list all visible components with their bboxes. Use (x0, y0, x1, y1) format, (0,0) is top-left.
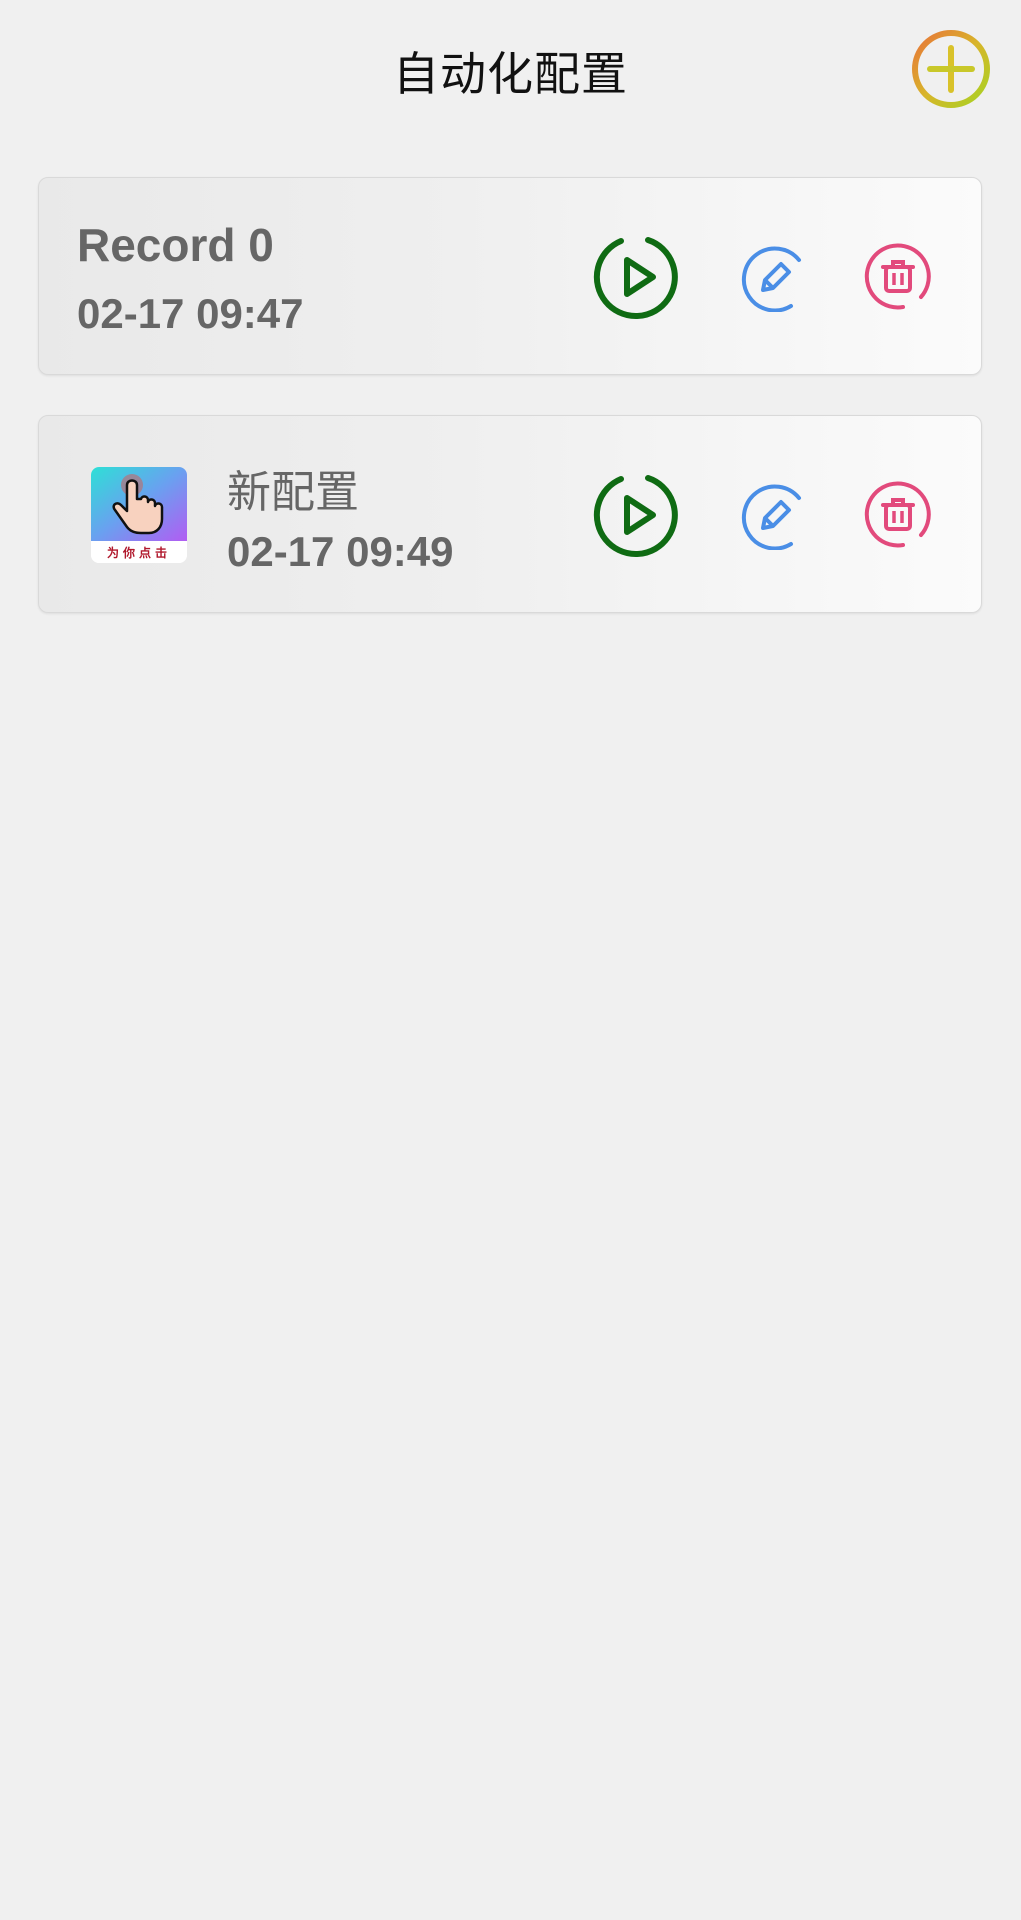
config-card[interactable]: 为你点击 新配置 02-17 09:49 (38, 415, 982, 613)
delete-button[interactable] (863, 480, 933, 550)
config-name: 新配置 (227, 467, 359, 518)
page-title: 自动化配置 (393, 47, 628, 101)
edit-button[interactable] (739, 242, 809, 312)
app-thumbnail: 为你点击 (91, 467, 187, 563)
delete-button[interactable] (863, 242, 933, 312)
config-card[interactable]: Record 0 02-17 09:47 (38, 177, 982, 375)
app-header: 自动化配置 (0, 0, 1021, 140)
play-button[interactable] (591, 470, 681, 560)
edit-pencil-icon (741, 484, 801, 550)
config-name: Record 0 (77, 219, 274, 271)
add-circle-icon (912, 30, 990, 108)
config-date: 02-17 09:47 (77, 290, 304, 337)
config-date: 02-17 09:49 (227, 528, 454, 575)
edit-pencil-icon (741, 246, 801, 312)
edit-button[interactable] (739, 480, 809, 550)
thumbnail-caption: 为你点击 (106, 546, 171, 560)
trash-icon (864, 243, 931, 310)
add-config-button[interactable] (910, 28, 992, 110)
trash-icon (864, 481, 931, 548)
play-button[interactable] (591, 232, 681, 322)
play-circle-icon (593, 237, 678, 320)
play-circle-icon (593, 475, 678, 558)
